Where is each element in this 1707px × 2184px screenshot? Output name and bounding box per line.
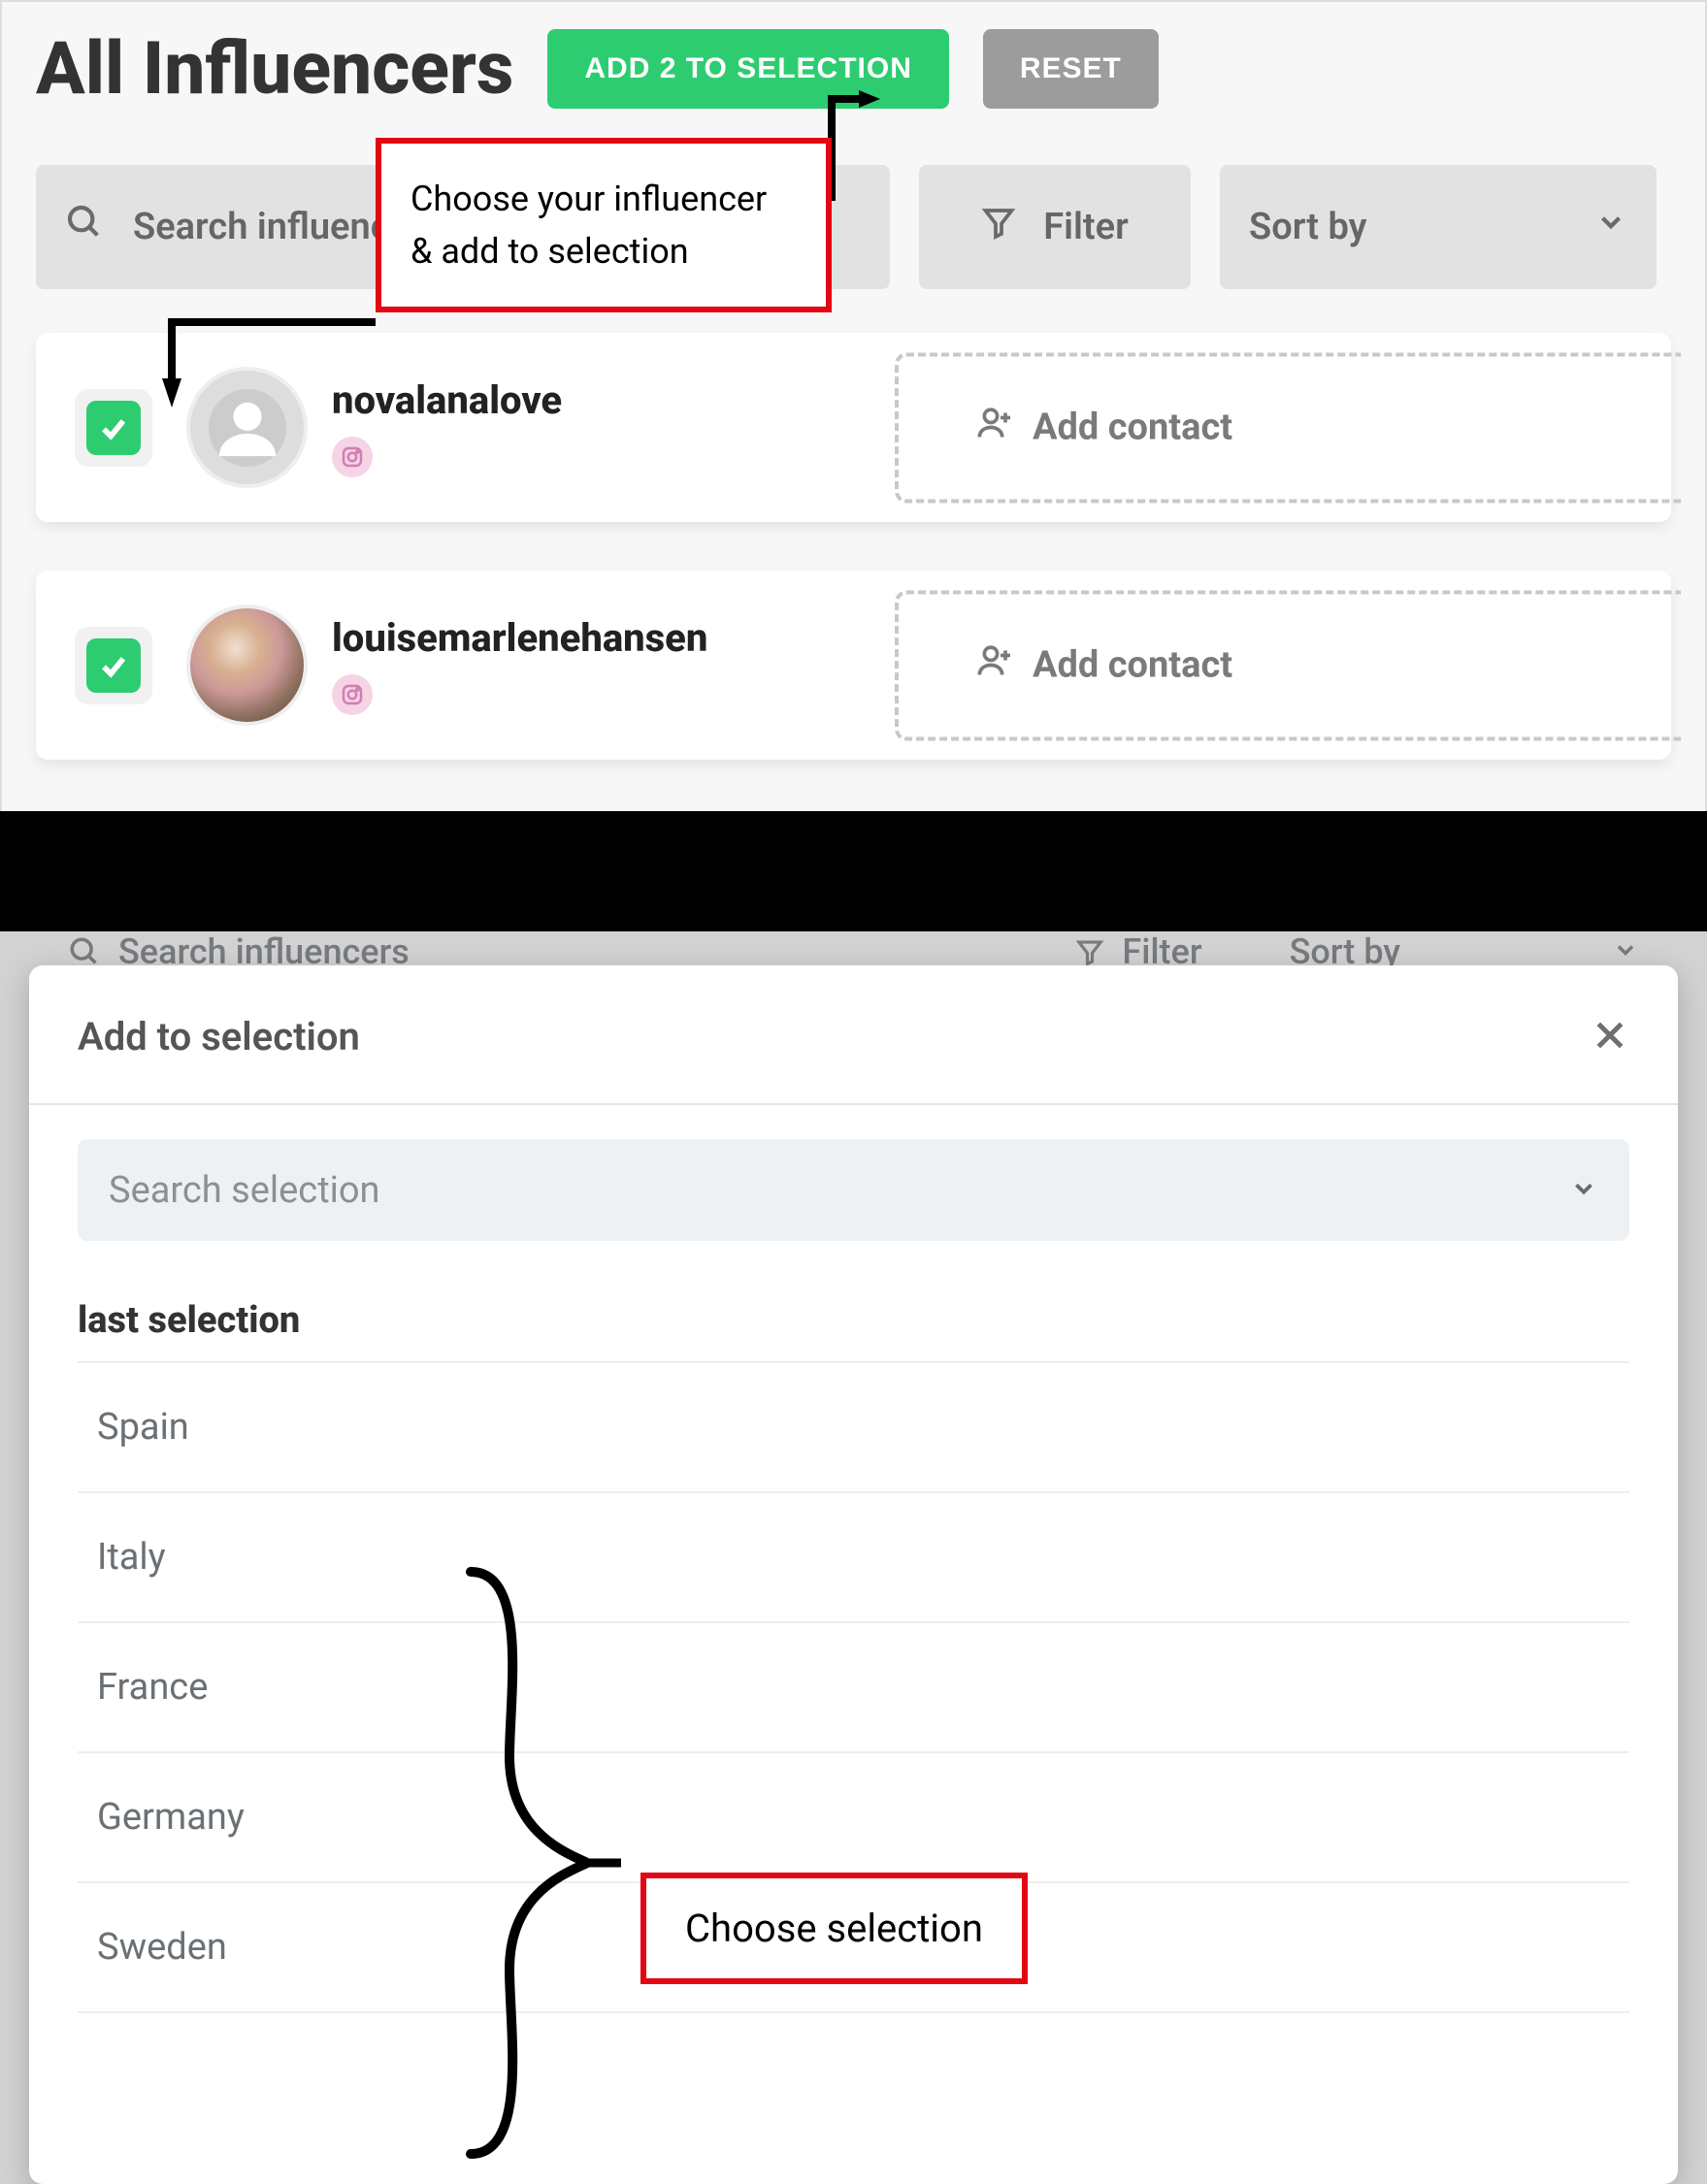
modal-title: Add to selection (78, 1014, 360, 1059)
search-icon (65, 203, 104, 251)
add-contact-label: Add contact (1033, 644, 1232, 687)
annotation-callout: Choose selection (640, 1873, 1028, 1984)
avatar (186, 604, 308, 726)
search-selection-placeholder: Search selection (109, 1169, 380, 1212)
chevron-down-icon (1569, 1174, 1598, 1207)
selection-item-spain[interactable]: Spain (78, 1363, 1629, 1493)
add-contact-button[interactable]: Add contact (895, 590, 1681, 740)
add-contact-label: Add contact (1033, 407, 1232, 449)
annotation-arrow-icon (143, 312, 395, 429)
instagram-icon (332, 674, 373, 715)
selection-item-italy[interactable]: Italy (78, 1493, 1629, 1623)
add-contact-icon (976, 641, 1015, 690)
separator-bar (0, 811, 1707, 931)
close-button[interactable] (1591, 1016, 1629, 1059)
reset-button[interactable]: RESET (983, 29, 1159, 109)
filter-button[interactable]: Filter (919, 165, 1191, 289)
search-selection-dropdown[interactable]: Search selection (78, 1139, 1629, 1241)
select-checkbox[interactable] (86, 638, 141, 693)
filter-icon (981, 205, 1016, 249)
instagram-icon (332, 437, 373, 477)
add-to-selection-modal: Add to selection Search selection last s… (29, 965, 1678, 2184)
sort-label: Sort by (1249, 206, 1367, 248)
influencer-card: louisemarlenehansen Add contact (36, 570, 1671, 760)
filter-label: Filter (1043, 206, 1129, 248)
page-title: All Influencers (36, 26, 513, 112)
selection-item-france[interactable]: France (78, 1623, 1629, 1753)
last-selection-heading: last selection (78, 1299, 1629, 1342)
add-contact-button[interactable]: Add contact (895, 352, 1681, 503)
select-checkbox[interactable] (86, 401, 141, 455)
add-contact-icon (976, 404, 1015, 452)
annotation-arrow-icon (822, 84, 900, 211)
annotation-callout: Choose your influencer & add to selectio… (376, 138, 832, 312)
selection-item-germany[interactable]: Germany (78, 1753, 1629, 1883)
chevron-down-icon (1594, 206, 1627, 248)
sort-by-dropdown[interactable]: Sort by (1220, 165, 1657, 289)
influencer-username: louisemarlenehansen (332, 615, 707, 661)
annotation-brace-icon (451, 1562, 626, 2164)
